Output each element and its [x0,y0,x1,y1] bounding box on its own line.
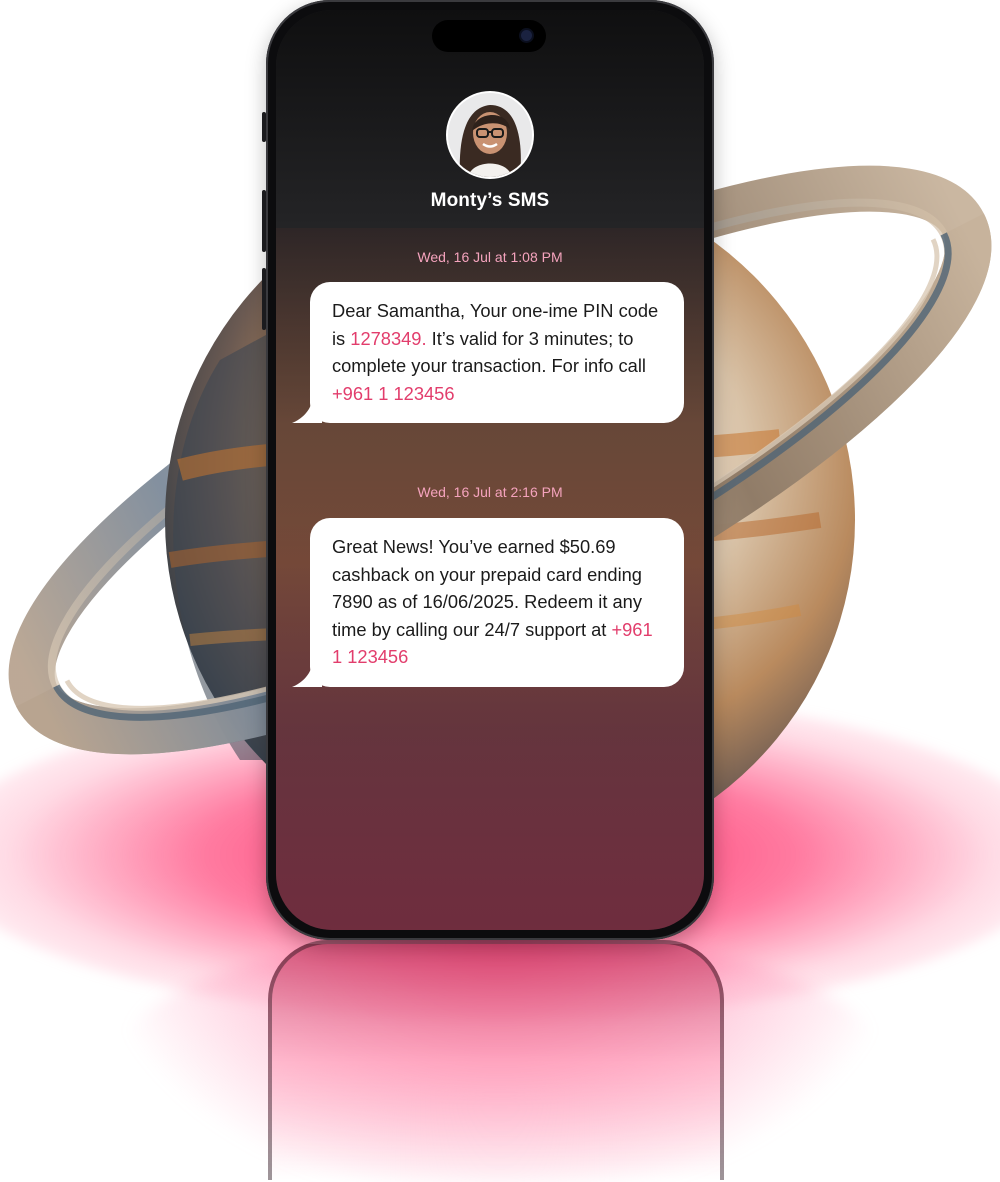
bubble-tail-icon [292,664,322,687]
message-text: Great News! You’ve earned $50.69 cashbac… [332,536,642,640]
bubble-tail-icon [292,401,322,424]
otp-code: 1278349. [350,327,427,349]
phone-number-link[interactable]: +961 1 123456 [332,383,455,404]
avatar[interactable] [448,93,532,177]
woman-avatar-icon [448,93,532,177]
contact-name: Monty’s SMS [430,190,550,211]
phone-reflection [268,940,724,1180]
volume-up-button [262,190,266,252]
message-bubble[interactable]: Great News! You’ve earned $50.69 cashbac… [292,518,684,687]
action-button [262,112,266,142]
phone-screen: Monty’s SMS Wed, 16 Jul at 1:08 PM Dear … [276,10,704,930]
message-bubble[interactable]: Dear Samantha, Your one-ime PIN code is … [292,282,684,424]
message-timestamp: Wed, 16 Jul at 1:08 PM [417,249,563,265]
message-timestamp: Wed, 16 Jul at 2:16 PM [417,484,563,500]
phone-mockup: Monty’s SMS Wed, 16 Jul at 1:08 PM Dear … [262,0,714,940]
promo-stage: Monty’s SMS Wed, 16 Jul at 1:08 PM Dear … [0,0,1000,1182]
camera-icon [521,30,532,41]
volume-down-button [262,268,266,330]
dynamic-island [432,20,546,52]
